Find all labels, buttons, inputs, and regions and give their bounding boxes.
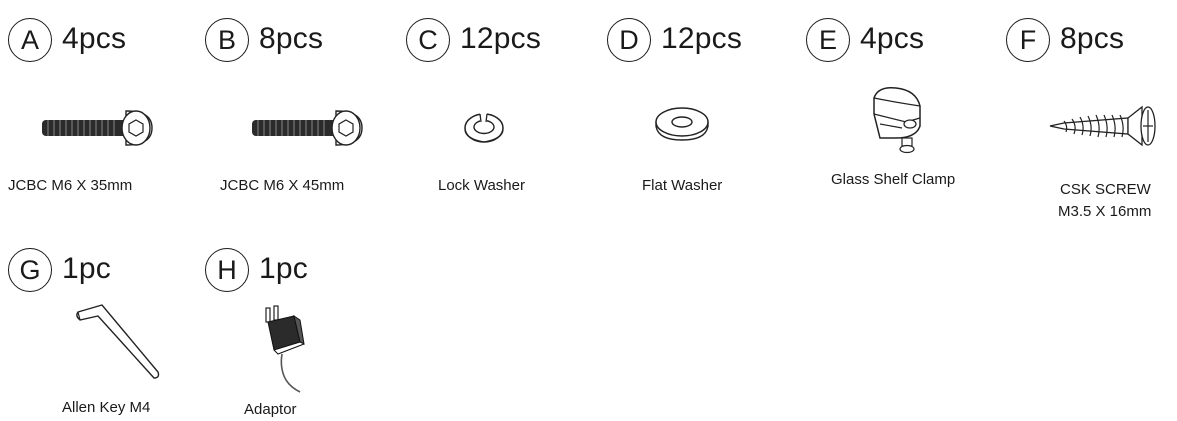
part-letter-badge: F [1006,18,1050,62]
flat-washer-icon [655,107,709,141]
part-letter-badge: H [205,248,249,292]
part-quantity: 12pcs [661,22,743,55]
part-name-size: M3.5 X 16mm [1058,203,1152,220]
allen-key-icon [76,304,160,379]
part-letter-badge: B [205,18,249,62]
part-quantity: 12pcs [460,22,542,55]
part-letter-badge: E [806,18,850,62]
part-quantity: 8pcs [1060,22,1125,55]
part-header: F 8pcs [1006,18,1171,64]
bolt-icon [42,110,153,146]
part-name: Lock Washer [438,177,525,194]
part-name: JCBC M6 X 45mm [220,177,345,194]
part-header: A 4pcs [8,18,188,64]
part-quantity: 1pc [259,252,308,285]
glass-clamp-icon [873,86,921,154]
part-letter-badge: D [607,18,651,62]
part-quantity: 4pcs [860,22,925,55]
lock-washer-icon [464,113,504,143]
part-header: E 4pcs [806,18,986,64]
part-letter-badge: C [406,18,450,62]
part-letter-badge: A [8,18,52,62]
part-name: CSK SCREW [1060,181,1151,198]
part-name: Adaptor [244,401,297,418]
bolt-icon [252,110,363,146]
part-name: Flat Washer [642,177,723,194]
part-name: Allen Key M4 [62,399,151,416]
part-header: H 1pc [205,248,385,294]
part-name: JCBC M6 X 35mm [8,177,133,194]
part-header: C 12pcs [406,18,586,64]
part-quantity: 8pcs [259,22,324,55]
part-name: Glass Shelf Clamp [831,171,956,188]
part-quantity: 4pcs [62,22,127,55]
wood-screw-icon [1049,105,1156,147]
part-header: G 1pc [8,248,188,294]
part-quantity: 1pc [62,252,111,285]
part-header: D 12pcs [607,18,787,64]
part-letter-badge: G [8,248,52,292]
adaptor-icon [265,305,305,393]
part-header: B 8pcs [205,18,385,64]
